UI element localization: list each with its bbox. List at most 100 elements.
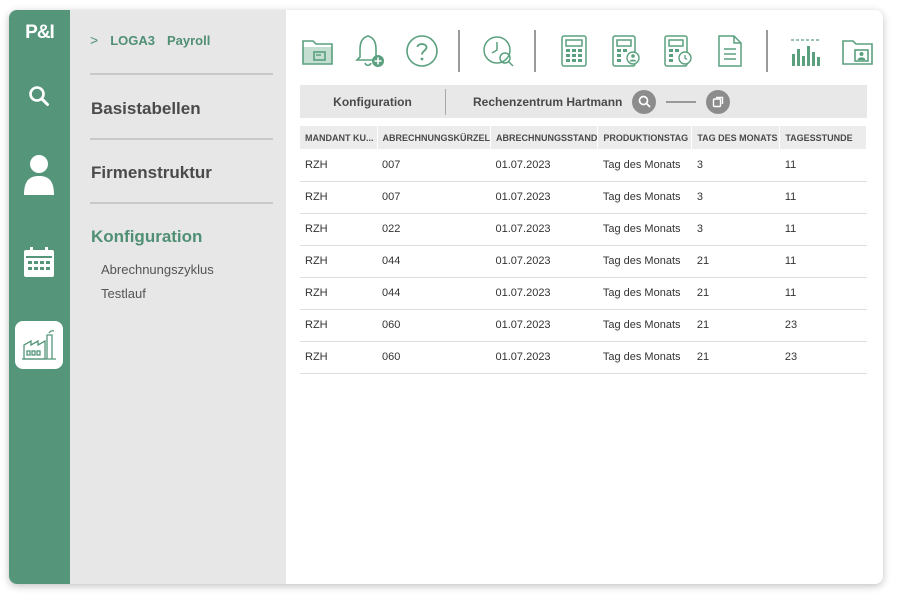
- navigation-panel: > LOGA3 Payroll Basistabellen Firmenstru…: [70, 10, 286, 584]
- rail-search-button[interactable]: [15, 72, 63, 120]
- user-icon: [24, 155, 54, 195]
- abrechnungskuerzel-cell: 007: [377, 149, 491, 182]
- produktionstag-cell: Tag des Monats: [597, 341, 692, 374]
- produktionstag-cell: Tag des Monats: [597, 213, 692, 246]
- column-header-mandant[interactable]: MANDANT KU...: [300, 126, 378, 149]
- filter-connector: [666, 100, 696, 103]
- tagesstunde-cell: 11: [779, 181, 867, 214]
- toolbar-separator: [766, 30, 768, 72]
- tag-des-monats-cell: 3: [691, 181, 780, 214]
- filter-search-button[interactable]: [632, 89, 656, 114]
- tagesstunde-cell: 11: [779, 213, 867, 246]
- abrechnungsstand-cell: 01.07.2023: [490, 181, 598, 214]
- search-icon: [638, 95, 651, 108]
- search-icon: [29, 86, 49, 106]
- mandant-cell: RZH: [300, 309, 377, 342]
- tagesstunde-cell: 11: [779, 245, 867, 278]
- mandant-cell: RZH: [300, 341, 377, 374]
- calculator-user-icon[interactable]: [608, 30, 644, 72]
- rail-factory-button[interactable]: [15, 321, 63, 369]
- filter-tab-rechenzentrum[interactable]: Rechenzentrum Hartmann: [446, 85, 632, 118]
- column-header-tagesstunde[interactable]: TAGESSTUNDE: [779, 126, 867, 149]
- table-row[interactable]: RZH 044 01.07.2023 Tag des Monats 21 11: [300, 245, 867, 278]
- table-row[interactable]: RZH 007 01.07.2023 Tag des Monats 3 11: [300, 181, 867, 214]
- document-icon[interactable]: [712, 30, 748, 72]
- table-row[interactable]: RZH 060 01.07.2023 Tag des Monats 21 23: [300, 309, 867, 342]
- table-header-row: MANDANT KU... ABRECHNUNGSKÜRZEL ABRECHNU…: [300, 126, 867, 149]
- rail-calendar-button[interactable]: [15, 238, 63, 286]
- nav-item-basistabellen[interactable]: Basistabellen: [91, 99, 201, 119]
- app-logo: P&I: [25, 22, 55, 43]
- abrechnungskuerzel-cell: 044: [377, 277, 491, 310]
- bell-add-icon[interactable]: [352, 30, 388, 72]
- abrechnungskuerzel-cell: 007: [377, 181, 491, 214]
- nav-subitem-testlauf[interactable]: Testlauf: [101, 286, 146, 301]
- abrechnungskuerzel-cell: 022: [377, 213, 491, 246]
- toolbar: [300, 28, 883, 74]
- table-row[interactable]: RZH 060 01.07.2023 Tag des Monats 21 23: [300, 341, 867, 374]
- rail-user-button[interactable]: [15, 151, 63, 199]
- calculator-icon[interactable]: [556, 30, 592, 72]
- column-header-abrechnungskuerzel[interactable]: ABRECHNUNGSKÜRZEL: [377, 126, 491, 149]
- breadcrumb: > LOGA3 Payroll: [90, 32, 210, 48]
- nav-item-konfiguration[interactable]: Konfiguration: [91, 227, 202, 247]
- column-header-abrechnungsstand[interactable]: ABRECHNUNGSSTAND: [490, 126, 599, 149]
- toolbar-separator: [534, 30, 536, 72]
- main-content: Konfiguration Rechenzentrum Hartmann MAN…: [286, 10, 883, 584]
- column-header-produktionstag[interactable]: PRODUKTIONSTAG: [597, 126, 693, 149]
- tagesstunde-cell: 23: [779, 309, 867, 342]
- tag-des-monats-cell: 3: [691, 213, 780, 246]
- produktionstag-cell: Tag des Monats: [597, 309, 692, 342]
- tagesstunde-cell: 11: [779, 277, 867, 310]
- column-header-tag-des-monats[interactable]: TAG DES MONATS: [691, 126, 781, 149]
- abrechnungskuerzel-cell: 060: [377, 309, 491, 342]
- toolbar-separator: [458, 30, 460, 72]
- bar-chart-icon[interactable]: [788, 30, 824, 72]
- mandant-cell: RZH: [300, 213, 377, 246]
- produktionstag-cell: Tag des Monats: [597, 277, 692, 310]
- tag-des-monats-cell: 21: [691, 341, 780, 374]
- folder-user-icon[interactable]: [840, 30, 876, 72]
- table-row[interactable]: RZH 007 01.07.2023 Tag des Monats 3 11: [300, 149, 867, 182]
- copy-icon: [712, 96, 724, 107]
- calculator-clock-icon[interactable]: [660, 30, 696, 72]
- tagesstunde-cell: 11: [779, 149, 867, 182]
- nav-item-firmenstruktur[interactable]: Firmenstruktur: [91, 163, 212, 183]
- help-icon[interactable]: [404, 30, 440, 72]
- nav-subitem-abrechnungszyklus[interactable]: Abrechnungszyklus: [101, 262, 214, 277]
- payroll-config-table: MANDANT KU... ABRECHNUNGSKÜRZEL ABRECHNU…: [300, 126, 867, 374]
- mandant-cell: RZH: [300, 181, 377, 214]
- tag-des-monats-cell: 21: [691, 277, 780, 310]
- clock-search-icon[interactable]: [480, 30, 516, 72]
- calendar-icon: [24, 247, 54, 277]
- abrechnungsstand-cell: 01.07.2023: [490, 277, 598, 310]
- table-row[interactable]: RZH 044 01.07.2023 Tag des Monats 21 11: [300, 277, 867, 310]
- factory-icon: [22, 330, 56, 360]
- nav-divider: [90, 202, 273, 204]
- abrechnungsstand-cell: 01.07.2023: [490, 213, 598, 246]
- breadcrumb-module[interactable]: Payroll: [167, 33, 210, 48]
- app-window: P&I > LOGA3 Payroll Basistabellen Firmen…: [9, 10, 883, 584]
- chevron-right-icon: >: [90, 32, 99, 48]
- nav-divider: [90, 73, 273, 75]
- produktionstag-cell: Tag des Monats: [597, 245, 692, 278]
- mandant-cell: RZH: [300, 245, 377, 278]
- tag-des-monats-cell: 21: [691, 245, 780, 278]
- produktionstag-cell: Tag des Monats: [597, 149, 692, 182]
- tag-des-monats-cell: 21: [691, 309, 780, 342]
- folder-card-icon[interactable]: [300, 30, 336, 72]
- abrechnungskuerzel-cell: 060: [377, 341, 491, 374]
- abrechnungsstand-cell: 01.07.2023: [490, 341, 598, 374]
- abrechnungsstand-cell: 01.07.2023: [490, 245, 598, 278]
- nav-divider: [90, 138, 273, 140]
- filter-copy-button[interactable]: [706, 89, 730, 114]
- mandant-cell: RZH: [300, 149, 377, 182]
- filter-bar: Konfiguration Rechenzentrum Hartmann: [300, 85, 867, 118]
- produktionstag-cell: Tag des Monats: [597, 181, 692, 214]
- table-row[interactable]: RZH 022 01.07.2023 Tag des Monats 3 11: [300, 213, 867, 246]
- filter-tab-konfiguration[interactable]: Konfiguration: [300, 85, 445, 118]
- breadcrumb-app[interactable]: LOGA3: [110, 33, 155, 48]
- icon-rail: P&I: [9, 10, 70, 584]
- mandant-cell: RZH: [300, 277, 377, 310]
- abrechnungsstand-cell: 01.07.2023: [490, 309, 598, 342]
